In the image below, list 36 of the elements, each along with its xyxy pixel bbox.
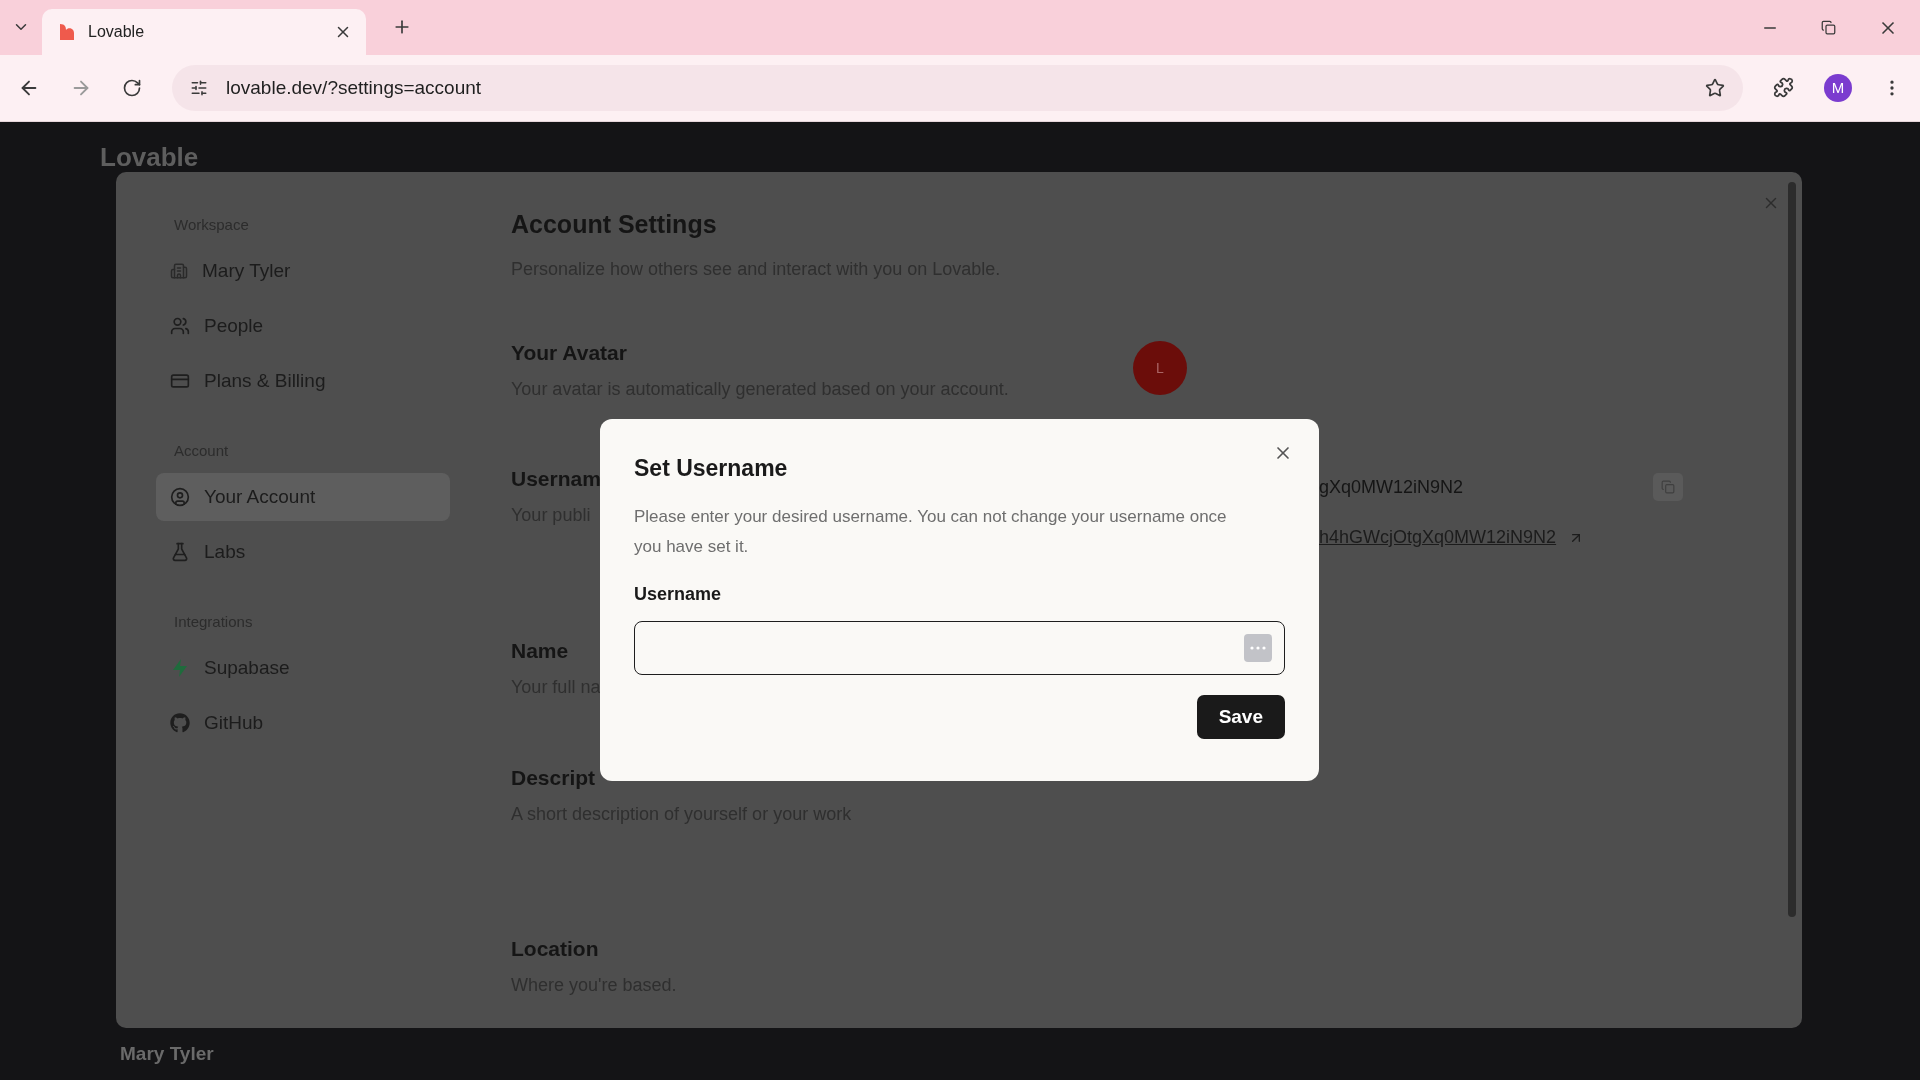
- restore-icon[interactable]: [1821, 20, 1836, 35]
- tab-title: Lovable: [88, 22, 146, 41]
- dialog-description: Please enter your desired username. You can not change your username once you have set it.: [634, 506, 1228, 558]
- username-value: gXq0MW12iN9N2: [1319, 476, 1464, 498]
- user-circle-icon: [170, 487, 190, 507]
- username-field[interactable]: [634, 621, 1285, 675]
- logo: Lovable: [100, 144, 199, 170]
- sidebar-item[interactable]: Your Account: [156, 473, 450, 521]
- address-bar[interactable]: lovable.dev/?settings=account: [172, 64, 1743, 111]
- workspace-icon: [170, 262, 188, 280]
- dialog-title: Set Username: [634, 455, 789, 482]
- scrollbar[interactable]: [1788, 182, 1796, 917]
- users-icon: [170, 316, 190, 336]
- bolt-icon: [170, 658, 190, 678]
- section-title: Usernam: [511, 467, 601, 491]
- reload-icon[interactable]: [122, 77, 142, 98]
- avatar: L: [1133, 341, 1187, 395]
- section-title: Descript: [511, 766, 596, 790]
- site-settings-icon[interactable]: [190, 78, 208, 97]
- section-title: Location: [511, 937, 599, 961]
- field-label: Username: [634, 584, 723, 605]
- copy-icon: [1661, 480, 1676, 494]
- credit-card-icon: [170, 371, 190, 391]
- github-icon: [170, 713, 190, 733]
- extensions-icon[interactable]: [1773, 77, 1794, 99]
- flask-icon: [170, 542, 190, 562]
- section-title: Your Avatar: [511, 341, 627, 365]
- bookmark-star-icon[interactable]: [1705, 77, 1725, 98]
- sidebar-label: Your Account: [204, 486, 316, 508]
- profile-avatar[interactable]: M: [1824, 73, 1852, 102]
- url-text: lovable.dev/?settings=account: [226, 76, 483, 99]
- section-title: Name: [511, 639, 569, 663]
- user-name: Mary Tyler: [120, 1043, 214, 1065]
- browser-tab[interactable]: Lovable: [42, 8, 366, 55]
- page-title: Account Settings: [511, 210, 718, 239]
- save-button[interactable]: Save: [1196, 695, 1285, 739]
